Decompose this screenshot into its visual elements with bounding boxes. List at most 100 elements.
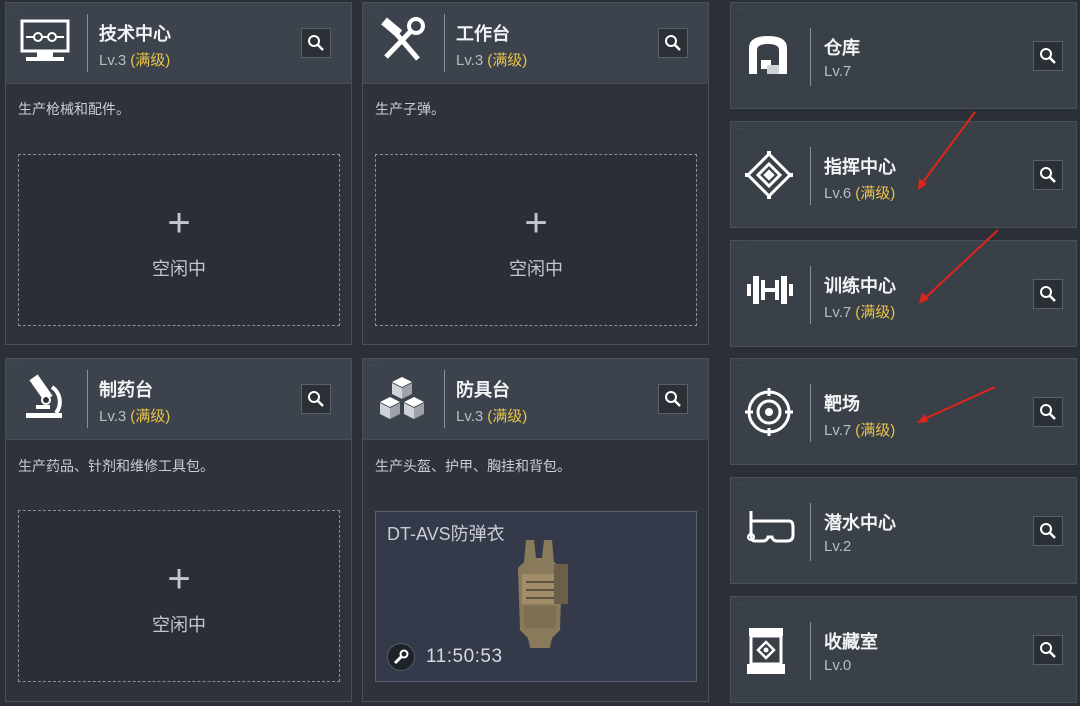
search-button[interactable] (1033, 160, 1063, 190)
search-button[interactable] (1033, 397, 1063, 427)
add-icon: + (167, 201, 191, 245)
production-slot-idle[interactable]: + 空闲中 (18, 154, 340, 326)
divider (810, 622, 811, 680)
search-icon (1040, 523, 1056, 539)
computer-icon (20, 17, 70, 63)
station-level: Lv.3 (满级) (456, 49, 527, 70)
crafting-progress-indicator (387, 643, 415, 671)
maxed-badge: (满级) (487, 52, 528, 69)
facility-card[interactable]: · · · 潜水中心 Lv.2 (730, 477, 1077, 584)
card-header: · · · 制药台 Lv.3 (满级) (6, 359, 351, 440)
search-icon (308, 391, 324, 407)
dumbbell-icon (745, 270, 795, 310)
level-value: Lv.3 (99, 408, 127, 425)
production-slot-active[interactable]: DT-AVS防弹衣 11:50:53 (375, 511, 697, 682)
station-card-tech[interactable]: · · · 技术中心 Lv.3 (满级) 生产枪械和配件。 + 空闲中 (5, 2, 352, 345)
divider (444, 14, 445, 72)
divider (87, 370, 88, 428)
divider (810, 503, 811, 561)
level-value: Lv.7 (824, 422, 852, 439)
crafting-timer: 11:50:53 (426, 646, 503, 667)
facility-title: 靶场 (824, 394, 860, 414)
station-description: 生产头盔、护甲、胸挂和背包。 (375, 458, 571, 474)
maxed-badge: (满级) (855, 422, 896, 439)
production-slot-idle[interactable]: + 空闲中 (18, 510, 340, 682)
corner-tag: · · · (12, 7, 20, 13)
maxed-badge: (满级) (855, 185, 896, 202)
facility-level: Lv.7 (824, 63, 851, 80)
search-button[interactable] (658, 28, 688, 58)
station-card-armor[interactable]: · · · 防具台 Lv.3 (满级) 生产头盔、护甲、胸挂和背包。 DT-AVS… (362, 358, 709, 702)
search-button[interactable] (301, 384, 331, 414)
search-button[interactable] (658, 384, 688, 414)
divider (810, 384, 811, 442)
hammer-wrench-icon (378, 17, 426, 65)
production-slot-idle[interactable]: + 空闲中 (375, 154, 697, 326)
corner-tag: · · · (12, 363, 20, 369)
search-icon (1040, 167, 1056, 183)
corner-tag: · · · (369, 7, 377, 13)
search-button[interactable] (1033, 279, 1063, 309)
station-description: 生产子弹。 (375, 101, 445, 117)
station-level: Lv.3 (满级) (99, 49, 170, 70)
divider (810, 28, 811, 86)
facility-card[interactable]: · · · 训练中心 Lv.7 (满级) (730, 240, 1077, 347)
card-header: · · · 工作台 Lv.3 (满级) (363, 3, 708, 84)
station-description: 生产枪械和配件。 (18, 101, 130, 117)
search-icon (308, 35, 324, 51)
level-value: Lv.7 (824, 304, 852, 321)
search-icon (1040, 286, 1056, 302)
facility-title: 收藏室 (824, 632, 878, 652)
station-title: 防具台 (456, 380, 510, 400)
station-description: 生产药品、针剂和维修工具包。 (18, 458, 214, 474)
boxes-icon (378, 375, 426, 421)
idle-label: 空闲中 (152, 259, 206, 279)
facility-card[interactable]: · · · 靶场 Lv.7 (满级) (730, 358, 1077, 465)
facility-card[interactable]: · · · 指挥中心 Lv.6 (满级) (730, 121, 1077, 228)
divider (87, 14, 88, 72)
crafting-item-name: DT-AVS防弹衣 (387, 524, 505, 544)
station-title: 制药台 (99, 380, 153, 400)
idle-label: 空闲中 (509, 259, 563, 279)
facility-card[interactable]: · · · 仓库 Lv.7 (730, 2, 1077, 109)
corner-tag: · · · (737, 482, 745, 488)
facility-level: Lv.7 (满级) (824, 419, 895, 440)
corner-tag: · · · (737, 601, 745, 607)
station-card-pharmacy[interactable]: · · · 制药台 Lv.3 (满级) 生产药品、针剂和维修工具包。 + 空闲中 (5, 358, 352, 702)
search-button[interactable] (301, 28, 331, 58)
station-level: Lv.3 (满级) (456, 405, 527, 426)
search-button[interactable] (1033, 635, 1063, 665)
search-button[interactable] (1033, 516, 1063, 546)
divider (810, 147, 811, 205)
facility-level: Lv.0 (824, 657, 851, 674)
level-value: Lv.6 (824, 185, 852, 202)
level-value: Lv.7 (824, 63, 852, 80)
corner-tag: · · · (737, 245, 745, 251)
diving-mask-icon (745, 507, 795, 547)
facility-title: 指挥中心 (824, 157, 896, 177)
level-value: Lv.2 (824, 538, 852, 555)
level-value: Lv.3 (456, 408, 484, 425)
station-level: Lv.3 (满级) (99, 405, 170, 426)
level-value: Lv.0 (824, 657, 852, 674)
facility-title: 仓库 (824, 38, 860, 58)
maxed-badge: (满级) (855, 304, 896, 321)
microscope-icon (22, 373, 68, 421)
search-icon (1040, 48, 1056, 64)
maxed-badge: (满级) (487, 408, 528, 425)
corner-tag: · · · (737, 363, 745, 369)
corner-tag: · · · (369, 363, 377, 369)
card-header: · · · 防具台 Lv.3 (满级) (363, 359, 708, 440)
facility-level: Lv.6 (满级) (824, 182, 895, 203)
divider (810, 266, 811, 324)
add-icon: + (524, 201, 548, 245)
station-card-workbench[interactable]: · · · 工作台 Lv.3 (满级) 生产子弹。 + 空闲中 (362, 2, 709, 345)
facility-level: Lv.2 (824, 538, 851, 555)
facility-level: Lv.7 (满级) (824, 301, 895, 322)
facility-title: 潜水中心 (824, 513, 896, 533)
search-icon (665, 391, 681, 407)
search-icon (665, 35, 681, 51)
facility-card[interactable]: · · · 收藏室 Lv.0 (730, 596, 1077, 703)
search-button[interactable] (1033, 41, 1063, 71)
plate-carrier-icon (496, 534, 578, 652)
